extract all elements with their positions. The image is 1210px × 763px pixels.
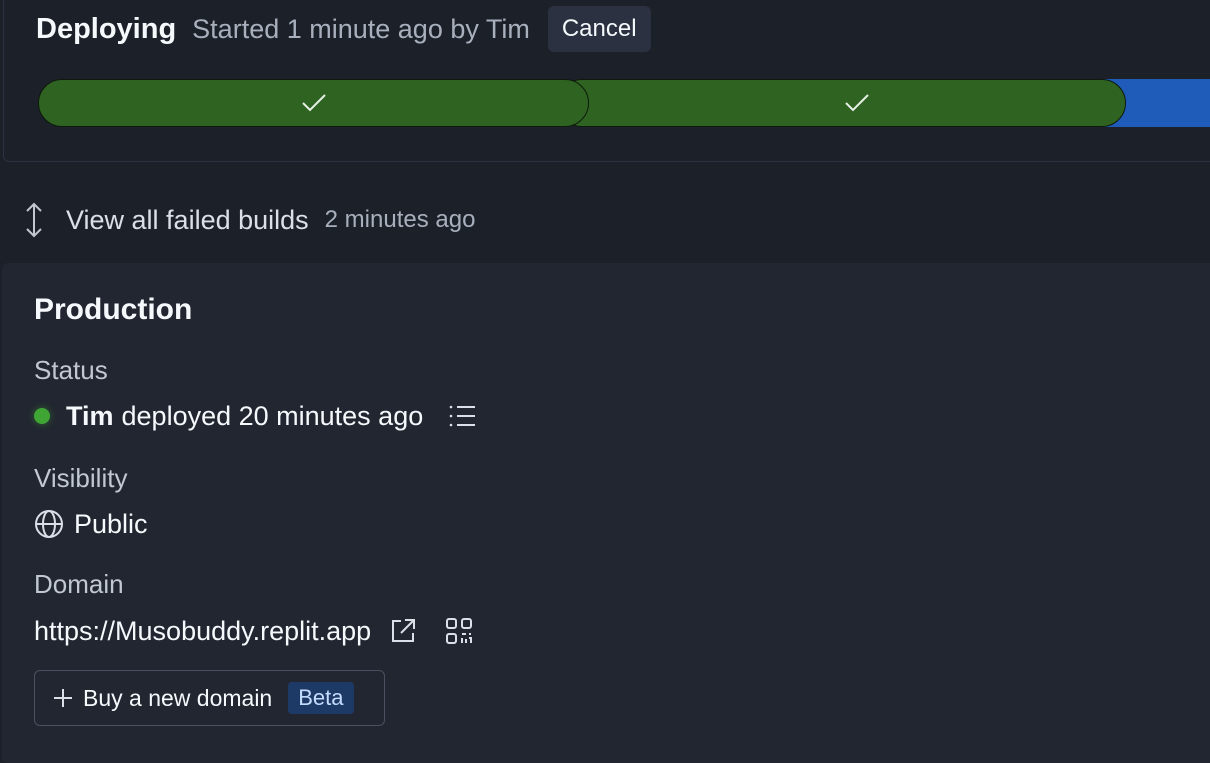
failed-builds-label[interactable]: View all failed builds bbox=[66, 205, 309, 236]
view-failed-builds[interactable]: View all failed builds 2 minutes ago bbox=[22, 198, 475, 242]
globe-icon bbox=[35, 510, 63, 538]
check-icon bbox=[301, 94, 326, 112]
beta-badge: Beta bbox=[288, 682, 354, 714]
failed-builds-time: 2 minutes ago bbox=[324, 206, 476, 233]
progress-step-bundle bbox=[558, 79, 1126, 127]
visibility-label: Visibility bbox=[34, 463, 128, 493]
deploy-progress bbox=[38, 79, 1210, 127]
logs-list-icon[interactable] bbox=[449, 404, 477, 428]
check-icon bbox=[845, 94, 869, 112]
status-label: Status bbox=[34, 355, 108, 385]
qr-code-icon[interactable] bbox=[445, 617, 473, 645]
progress-step-build bbox=[38, 79, 589, 127]
external-link-icon[interactable] bbox=[389, 617, 417, 645]
deploy-header: Deploying Started 1 minute ago by Tim Ca… bbox=[36, 6, 651, 52]
expand-vertical-icon bbox=[26, 202, 42, 238]
status-user: Tim bbox=[66, 400, 114, 431]
production-title: Production bbox=[34, 293, 193, 326]
visibility-row: Public bbox=[34, 505, 148, 543]
status-row: Tim deployed 20 minutes ago bbox=[34, 396, 477, 436]
plus-icon bbox=[54, 689, 72, 707]
domain-url-link[interactable]: https://Musobuddy.replit.app bbox=[34, 616, 371, 647]
status-text: deployed 20 minutes ago bbox=[121, 400, 424, 431]
buy-domain-button[interactable]: Buy a new domain Beta bbox=[34, 670, 385, 726]
status-dot bbox=[34, 408, 50, 424]
deploy-title: Deploying bbox=[36, 12, 177, 45]
domain-row: https://Musobuddy.replit.app bbox=[34, 611, 473, 651]
domain-label: Domain bbox=[34, 569, 124, 599]
deploy-meta: Started 1 minute ago by Tim bbox=[192, 13, 530, 44]
visibility-value: Public bbox=[74, 508, 148, 539]
buy-domain-label: Buy a new domain bbox=[83, 684, 273, 711]
cancel-button[interactable]: Cancel bbox=[547, 6, 651, 52]
